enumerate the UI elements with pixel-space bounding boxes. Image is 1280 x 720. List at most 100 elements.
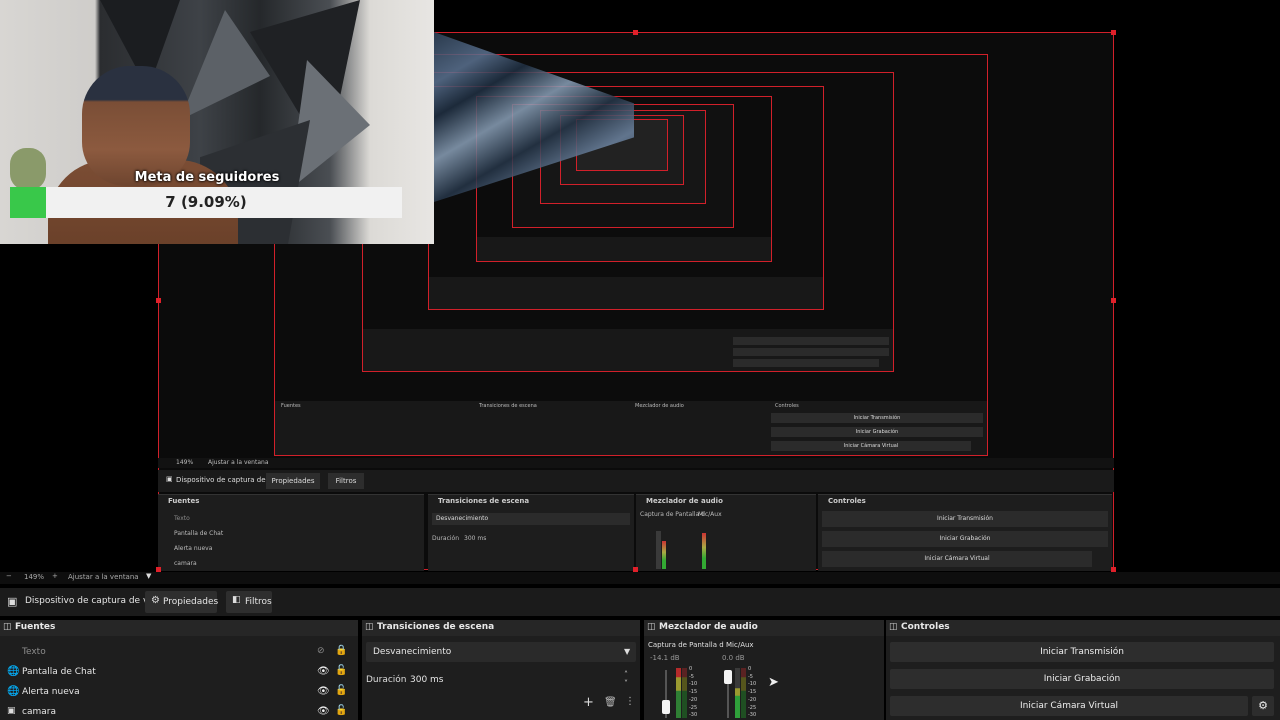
source-item-alert[interactable]: 🌐 Alerta nueva 👁 🔓 [0, 684, 358, 702]
resize-handle-tr[interactable] [1111, 30, 1116, 35]
source-item-camara[interactable]: ▣ camara 👁 🔓 [0, 704, 358, 720]
transition-select[interactable]: Desvanecimiento ▼ [366, 642, 636, 662]
nested-duration-value: 300 ms [464, 535, 487, 542]
volume-knob-desktop[interactable] [662, 700, 670, 714]
dock-icon: ◫ [3, 622, 12, 632]
source-item-chat[interactable]: 🌐 Pantalla de Chat 👁 🔓 [0, 664, 358, 682]
zoom-in-icon[interactable]: + [52, 572, 58, 580]
controls-dock: ◫ Controles Iniciar Transmisión Iniciar … [886, 620, 1280, 720]
spin-down-icon[interactable]: ˅ [624, 679, 628, 688]
level2-mixer-title: Mezclador de audio [635, 403, 684, 409]
nested-zoom-bar: 149% Ajustar a la ventana [158, 458, 1114, 468]
nested-zoom-label: 149% [176, 459, 194, 466]
nested-channel-2: Mic/Aux [698, 511, 722, 518]
start-virtual-camera-button[interactable]: Iniciar Cámara Virtual [890, 696, 1248, 716]
wall-facet [180, 10, 270, 120]
toy-figure [10, 148, 46, 190]
level2-transitions-title: Transiciones de escena [479, 403, 537, 409]
mouse-cursor-icon: ➤ [768, 675, 779, 690]
nested-source-camera: camara [174, 560, 197, 567]
resize-handle-tc[interactable] [633, 30, 638, 35]
scale-tick: -15 [689, 689, 698, 696]
spin-up-icon[interactable]: ˄ [624, 670, 628, 679]
scale-tick: -15 [748, 689, 757, 696]
controls-header: ◫ Controles [886, 620, 1280, 636]
source-label: Alerta nueva [22, 687, 80, 697]
scale-tick: -20 [689, 696, 698, 703]
eye-icon[interactable]: 👁 [317, 706, 330, 717]
filters-button[interactable]: ◧ Filtros [226, 591, 272, 613]
nested-sources-title: Fuentes [168, 497, 200, 505]
scale-tick: -30 [689, 712, 698, 719]
nested-source-text: Texto [174, 515, 190, 522]
scale-tick: -5 [748, 673, 753, 680]
eye-icon[interactable]: 👁 [317, 666, 330, 677]
zoom-bar: − 149% + Ajustar a la ventana ▼ [0, 572, 1280, 584]
nested-sources-panel: Fuentes Texto Pantalla de Chat Alerta nu… [158, 494, 424, 571]
level-meter-desktop [676, 668, 681, 718]
more-options-icon[interactable]: ⋮ [625, 696, 635, 707]
resize-handle-mr[interactable] [1111, 298, 1116, 303]
source-item-texto[interactable]: Texto ⊘ 🔒 [0, 644, 358, 662]
volume-knob-mic[interactable] [724, 670, 732, 684]
properties-label: Propiedades [163, 597, 219, 607]
level2-docks: Fuentes Transiciones de escena Mezclador… [275, 401, 987, 455]
sources-header: ◫ Fuentes [0, 620, 358, 636]
lock-icon[interactable]: 🔒 [335, 645, 347, 656]
scale-tick: -20 [748, 696, 757, 703]
camera-icon: ▣ [7, 706, 16, 716]
camera-icon: ▣ [7, 595, 18, 608]
eye-icon[interactable]: 👁 [317, 686, 330, 697]
fit-to-window-button[interactable]: Ajustar a la ventana [68, 573, 139, 581]
transition-selected: Desvanecimiento [373, 647, 452, 657]
start-recording-button[interactable]: Iniciar Grabación [890, 669, 1274, 689]
properties-button[interactable]: ⚙ Propiedades [145, 591, 219, 613]
filters-label: Filtros [245, 597, 272, 607]
nested-filters-button: Filtros [328, 473, 364, 489]
nested-source-label: Dispositivo de captura de víd [176, 476, 279, 484]
zoom-out-icon[interactable]: − [6, 572, 12, 580]
duration-value: 300 ms [410, 675, 444, 685]
nested-mixer-panel: Mezclador de audio Captura de Pantalla d… [636, 494, 816, 571]
gear-icon: ⚙ [1258, 699, 1268, 712]
level3-record [733, 348, 889, 356]
eye-hidden-icon[interactable]: ⊘ [317, 646, 325, 656]
follower-goal-title: Meta de seguidores [134, 170, 280, 185]
follower-goal-value: 7 (9.09%) [165, 193, 247, 211]
nested-source-alert: Alerta nueva [174, 545, 213, 552]
nested-start-record: Iniciar Grabación [822, 531, 1108, 547]
add-transition-icon[interactable]: + [583, 695, 594, 710]
channel-name-desktop: Captura de Pantalla d [648, 641, 724, 649]
start-streaming-button[interactable]: Iniciar Transmisión [890, 642, 1274, 662]
trash-icon[interactable]: 🗑 [604, 697, 617, 708]
scale-tick: -10 [748, 681, 757, 688]
zoom-dropdown-icon[interactable]: ▼ [146, 572, 151, 580]
context-source-name: Dispositivo de captura de víd [25, 596, 157, 606]
nested-transition-select: Desvanecimiento [432, 513, 630, 525]
channel-name-mic: Mic/Aux [726, 641, 754, 649]
dock-icon: ◫ [365, 622, 374, 632]
mixer-title: Mezclador de audio [659, 622, 758, 632]
unlock-icon[interactable]: 🔓 [335, 665, 347, 676]
nested-controls-panel: Controles Iniciar Transmisión Iniciar Gr… [818, 494, 1112, 571]
nested-camera-icon: ▣ [166, 475, 173, 483]
scale-tick: -10 [689, 681, 698, 688]
source-label: Pantalla de Chat [22, 667, 96, 677]
nested-transitions-title: Transiciones de escena [438, 497, 530, 505]
unlock-icon[interactable]: 🔓 [335, 685, 347, 696]
resize-handle-ml[interactable] [156, 298, 161, 303]
level2-stream: Iniciar Transmisión [771, 413, 983, 423]
filter-icon: ◧ [232, 595, 241, 605]
meter-scale-desktop: 0 -5 -10 -15 -20 -25 -30 [689, 666, 701, 720]
scale-tick: -25 [748, 704, 757, 711]
controls-title: Controles [901, 622, 950, 632]
nested-controls-title: Controles [828, 497, 866, 505]
level3-docks [363, 329, 893, 371]
scale-tick: 0 [689, 666, 693, 672]
transitions-title: Transiciones de escena [377, 622, 495, 632]
duration-spinbox[interactable]: 300 ms ˄ ˅ [406, 670, 636, 690]
unlock-icon[interactable]: 🔓 [335, 705, 347, 716]
sources-dock: ◫ Fuentes Texto ⊘ 🔒 🌐 Pantalla de Chat 👁… [0, 620, 358, 720]
nested-context-bar: ▣ Dispositivo de captura de víd Propieda… [158, 470, 1114, 492]
virtual-camera-settings-button[interactable]: ⚙ [1252, 696, 1274, 716]
